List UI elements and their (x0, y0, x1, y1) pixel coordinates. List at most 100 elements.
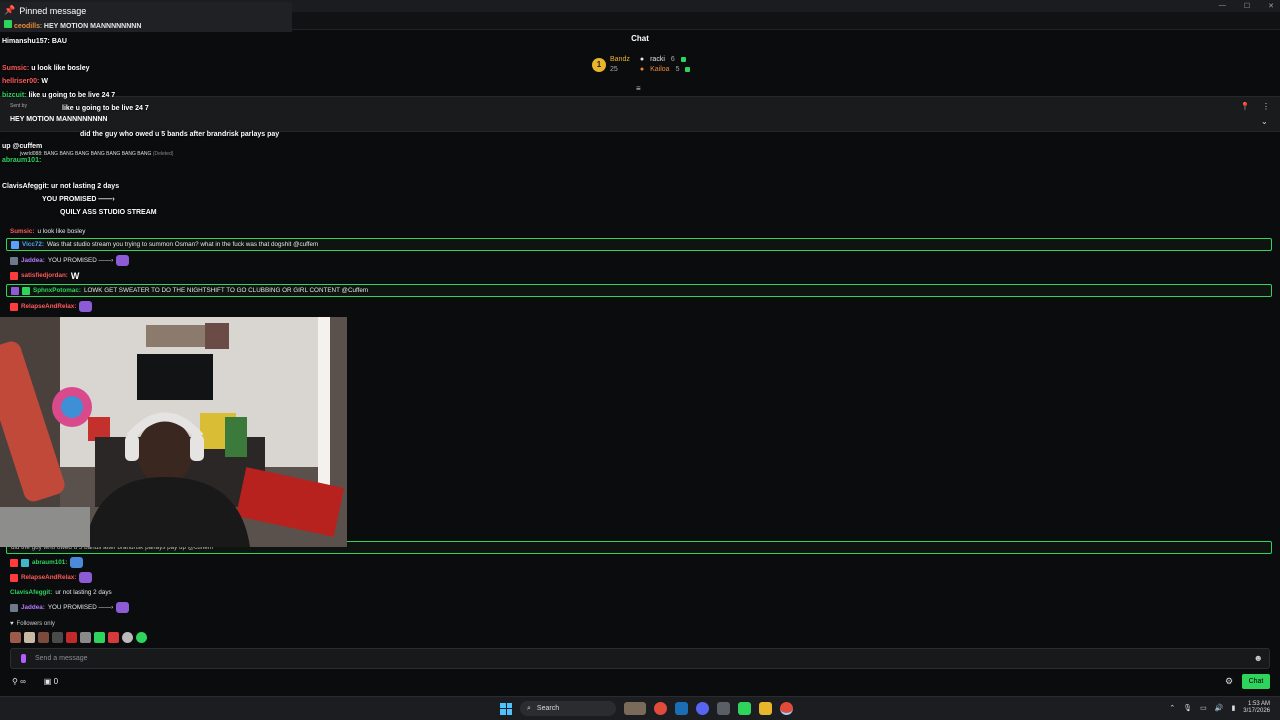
emote-button[interactable] (94, 632, 105, 643)
search-icon: ⌕ (527, 704, 531, 712)
chat-row-highlight: SphnxPotomac: LOWK GET SWEATER TO DO THE… (6, 284, 1272, 297)
battery-icon[interactable]: ▮ (1231, 704, 1235, 712)
chat-row: Sumsic: u look like bosley (6, 225, 1272, 238)
webcam-video (0, 317, 347, 547)
steam-icon[interactable] (675, 702, 688, 715)
chat-username[interactable]: Sumsic: (10, 228, 35, 235)
leader-name: Bandz (610, 56, 630, 63)
overlay-line: up @cuffem (2, 143, 43, 150)
user-badge (11, 286, 19, 295)
chevron-down-icon[interactable]: ⌄ (1261, 117, 1268, 126)
gift-icon: ● (639, 66, 645, 73)
widgets-icon[interactable] (624, 702, 646, 715)
maximize-button[interactable]: ☐ (1244, 2, 1250, 10)
leader-count: 6 (670, 56, 675, 63)
deleted-message: jvwrld088: BANG BANG BANG BANG BANG BANG… (20, 151, 174, 157)
emote-button[interactable] (52, 632, 63, 643)
chat-username[interactable]: ClavisAfeggit: (10, 589, 52, 596)
chat-row: RelapseAndRelax: (6, 571, 1272, 584)
overlay-line: abraum101: (2, 157, 42, 164)
chat-username[interactable]: Jaddea: (21, 257, 45, 264)
clock[interactable]: 1:53 AM 3/17/2026 (1243, 701, 1270, 715)
overlay-line: QUILY ASS STUDIO STREAM (60, 209, 157, 216)
chrome-active-icon[interactable] (780, 702, 793, 715)
kick-icon[interactable] (738, 702, 751, 715)
chat-username[interactable]: satisfiedjordan: (21, 272, 68, 279)
minimize-button[interactable]: — (1219, 2, 1226, 10)
input-placeholder: Send a message (35, 655, 88, 662)
emote-button[interactable] (136, 632, 147, 643)
windows-start-icon[interactable] (500, 702, 512, 715)
folder-icon[interactable] (759, 702, 772, 715)
chat-username[interactable]: Vicc72: (22, 241, 44, 248)
gear-icon[interactable]: ⚙ (1225, 676, 1233, 687)
system-tray: ⌃ 🎙 ▭ 🔊 ▮ 1:53 AM 3/17/2026 (1169, 701, 1270, 715)
pinned-title: Pinned message (19, 5, 87, 16)
emoji-icon[interactable]: ☻ (1254, 653, 1263, 663)
emote-button[interactable] (10, 632, 21, 643)
user-badge (10, 558, 18, 567)
emote-button[interactable] (108, 632, 119, 643)
chat-username[interactable]: RelapseAndRelax: (21, 574, 76, 581)
emote-button[interactable] (122, 632, 133, 643)
overlay-line: Himanshu157: BAU (2, 38, 67, 45)
chat-username[interactable]: RelapseAndRelax: (21, 303, 76, 310)
pinned-message-bar[interactable]: Sent by HEY MOTION MANNNNNNNN 📍 ⋮ ⌄ (0, 96, 1280, 132)
leader-count: 5 (675, 66, 680, 73)
chat-username[interactable]: Jaddea: (21, 604, 45, 611)
user-badge (22, 286, 30, 295)
taskbar-search[interactable]: ⌕ Search (520, 701, 616, 716)
emote (116, 255, 130, 266)
volume-icon[interactable]: 🔊 (1215, 704, 1224, 712)
overlay-line: bizcuit: like u going to be live 24 7 (2, 92, 116, 99)
network-icon[interactable]: ▭ (1200, 704, 1207, 712)
emote (116, 602, 130, 613)
emote-button[interactable] (24, 632, 35, 643)
overlay-line: like u going to be live 24 7 (62, 105, 149, 112)
clock-date: 3/17/2026 (1243, 708, 1270, 714)
status-dot (685, 67, 691, 72)
chevron-up-icon[interactable]: ⌃ (1169, 704, 1175, 712)
user-badge (10, 256, 18, 265)
overlay-line: hellriser00: W (2, 78, 48, 85)
user-badge (10, 603, 18, 612)
followers-only-label: ♥ Followers only (10, 621, 55, 627)
pin-icon[interactable]: 📍 (1240, 102, 1250, 111)
collapse-icon[interactable]: ≡ (636, 84, 641, 93)
chat-row: RelapseAndRelax: (6, 300, 1272, 313)
gift-count: 0 (53, 677, 59, 686)
pinned-message-overlay: 📌 Pinned message ceodills: HEY MOTION MAN… (0, 2, 292, 32)
chat-row: Jaddea: YOU PROMISED ——› (6, 254, 1272, 267)
mic-icon[interactable]: 🎙 (1183, 704, 1192, 712)
chat-row: ClavisAfeggit: ur not lasting 2 days (6, 586, 1272, 599)
chat-text: W (70, 270, 80, 281)
chrome-icon[interactable] (654, 702, 667, 715)
app-icon[interactable] (717, 702, 730, 715)
user-badge (4, 20, 12, 28)
emote-button[interactable] (80, 632, 91, 643)
emote-button[interactable] (38, 632, 49, 643)
status-dot (680, 57, 686, 62)
overlay-line: Sumsic: u look like bosley (2, 65, 90, 72)
heart-icon: ♥ (10, 621, 14, 627)
send-message-input[interactable]: Send a message ☻ (10, 648, 1270, 669)
chat-button[interactable]: Chat (1242, 674, 1270, 689)
chat-heading: Chat (631, 34, 649, 43)
discord-icon[interactable] (696, 702, 709, 715)
user-badge (10, 271, 18, 280)
chat-username[interactable]: SphnxPotomac: (33, 287, 81, 294)
points-display[interactable]: ⚲ ∞ ▣ 0 (12, 677, 58, 686)
more-options-icon[interactable]: ⋮ (1262, 102, 1270, 111)
search-label: Search (536, 705, 560, 712)
chat-username[interactable]: abraum101: (32, 559, 67, 566)
emote (70, 557, 84, 568)
emote-button[interactable] (66, 632, 77, 643)
badge-icon[interactable] (21, 654, 26, 663)
leaderboard[interactable]: 1 Bandz 25 ● racki 6 ● Kailoa 5 (592, 56, 691, 73)
rank-badge: 1 (592, 57, 606, 72)
pinned-text: HEY MOTION MANNNNNNNN (43, 23, 142, 30)
chat-row: satisfiedjordan: W (6, 269, 1272, 282)
close-button[interactable]: ✕ (1268, 2, 1274, 10)
community-icon: ⚲ ∞ (12, 677, 26, 686)
emote (79, 301, 93, 312)
